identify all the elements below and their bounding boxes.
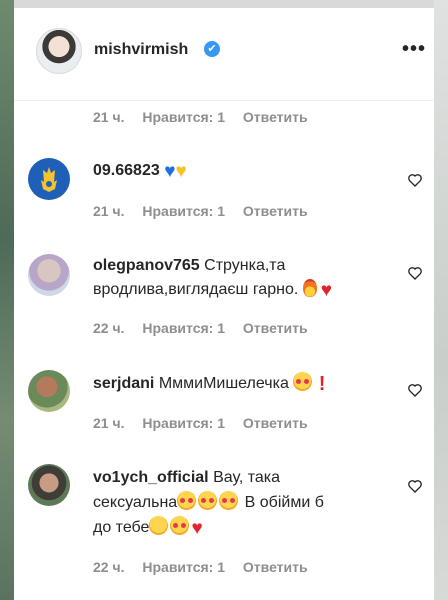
reply-button[interactable]: Ответить <box>243 109 308 125</box>
comment-username[interactable]: serjdani <box>93 375 154 392</box>
comment-text-line1: Вау, така <box>213 469 281 486</box>
like-heart-icon[interactable] <box>407 172 423 188</box>
comments-panel: mishvirmish ✔ ••• 21 ч. Нравится: 1 Отве… <box>14 8 434 600</box>
blue-heart-emoji: ♥ <box>164 161 176 182</box>
post-header: mishvirmish ✔ ••• <box>14 8 434 101</box>
comment-username[interactable]: olegpanov765 <box>93 257 200 274</box>
author-avatar[interactable] <box>36 28 82 74</box>
comment-likes[interactable]: Нравится: 1 <box>142 203 225 219</box>
heart-eyes-emoji <box>177 491 197 510</box>
comment-text: МммиМишелечка <box>158 375 289 392</box>
heart-eyes-emoji <box>219 491 239 510</box>
verified-badge-icon: ✔ <box>204 41 220 57</box>
comment-likes[interactable]: Нравится: 1 <box>142 559 225 575</box>
heart-eyes-emoji <box>198 491 218 510</box>
fire-emoji <box>302 279 317 297</box>
comment-avatar[interactable] <box>28 158 70 200</box>
like-heart-icon[interactable] <box>407 265 423 281</box>
comment-time: 21 ч. <box>93 109 125 125</box>
reply-button[interactable]: Ответить <box>243 320 308 336</box>
comment-username[interactable]: vo1ych_official <box>93 469 209 486</box>
comment-time: 22 ч. <box>93 559 125 575</box>
reply-button[interactable]: Ответить <box>243 415 308 431</box>
comment-text-line3: В обійми б <box>244 494 324 511</box>
heart-eyes-emoji <box>293 372 313 391</box>
comment-time: 22 ч. <box>93 320 125 336</box>
comment-text-line2: сексуальна <box>93 494 178 511</box>
comment-avatar[interactable] <box>28 254 70 296</box>
comment-meta: 21 ч. Нравится: 1 Ответить <box>93 203 322 219</box>
comment-likes[interactable]: Нравится: 1 <box>142 109 225 125</box>
window-top-strip <box>0 0 448 8</box>
yellow-heart-emoji: ♥ <box>175 161 187 182</box>
comment-time: 21 ч. <box>93 203 125 219</box>
comment-likes[interactable]: Нравится: 1 <box>142 320 225 336</box>
trident-icon <box>41 167 57 192</box>
comment-username[interactable]: 09.66823 <box>93 162 160 179</box>
author-username[interactable]: mishvirmish <box>94 41 188 59</box>
comment-avatar[interactable] <box>28 464 70 506</box>
reply-button[interactable]: Ответить <box>243 203 308 219</box>
background-edge-right <box>434 0 448 600</box>
comment-meta: 22 ч. Нравится: 1 Ответить <box>93 320 322 336</box>
comment-meta: 22 ч. Нравится: 1 Ответить <box>93 559 322 575</box>
comment-meta: 21 ч. Нравится: 1 Ответить <box>93 109 322 125</box>
kissing-emoji <box>170 516 190 535</box>
like-heart-icon[interactable] <box>407 478 423 494</box>
more-options-icon[interactable]: ••• <box>402 38 426 61</box>
red-heart-emoji: ♥ <box>320 280 333 301</box>
red-heart-emoji: ♥ <box>191 518 203 539</box>
comment-text-line4: до тебе <box>93 519 150 536</box>
comment-time: 21 ч. <box>93 415 125 431</box>
comment-likes[interactable]: Нравится: 1 <box>142 415 225 431</box>
comment-body: olegpanov765 Струнка,та вродлива,вигляда… <box>93 254 393 302</box>
red-exclamation-emoji: ! <box>318 373 326 395</box>
comment-body: serjdani МммиМишелечка ! <box>93 372 393 396</box>
smiling-emoji <box>149 516 169 535</box>
like-heart-icon[interactable] <box>407 382 423 398</box>
reply-button[interactable]: Ответить <box>243 559 308 575</box>
comment-avatar[interactable] <box>28 370 70 412</box>
background-edge-left <box>0 0 14 600</box>
comment-meta: 21 ч. Нравится: 1 Ответить <box>93 415 322 431</box>
comment-body: 09.66823 ♥♥ <box>93 159 393 183</box>
comment-body: vo1ych_official Вау, така сексуальна В о… <box>93 465 393 540</box>
